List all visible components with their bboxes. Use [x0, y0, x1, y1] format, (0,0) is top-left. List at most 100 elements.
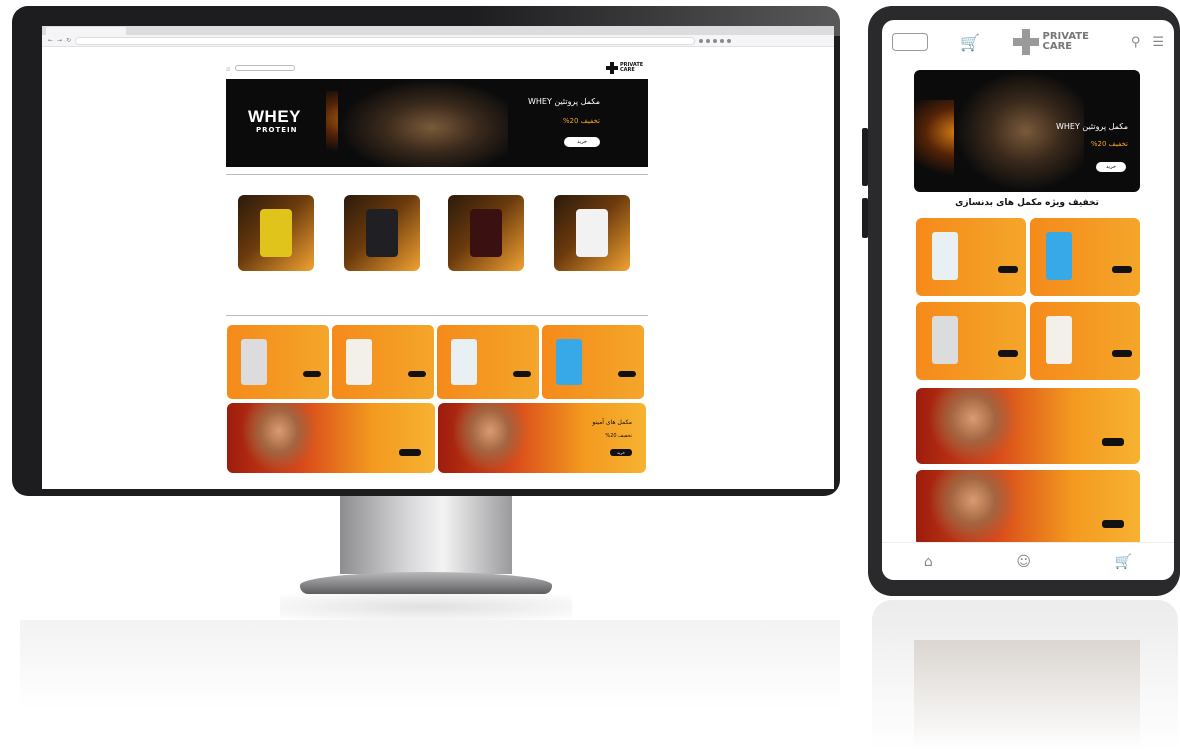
promo-buy-button[interactable]	[1112, 350, 1132, 357]
tablet-header: 🛒 PRIVATE CARE ⚲ ☰	[882, 20, 1174, 64]
tablet-reflection-image	[914, 640, 1140, 750]
search-icon[interactable]: ⚲	[1131, 35, 1141, 50]
section-divider	[226, 315, 648, 316]
monitor-reflection	[20, 620, 840, 710]
promo-jar	[932, 316, 958, 364]
promo-jar	[556, 339, 582, 385]
hero-buy-button[interactable]: خرید	[564, 137, 600, 147]
search-input[interactable]	[234, 65, 295, 71]
hero-discount: تخفیف 20%	[1090, 140, 1128, 148]
cart-icon[interactable]: 🛒	[226, 66, 231, 71]
promo-jar	[1046, 316, 1072, 364]
hero-buy-button[interactable]: خرید	[1096, 162, 1126, 172]
wide-promo-banner[interactable]	[227, 403, 435, 473]
site-logo[interactable]: PRIVATE CARE	[1012, 29, 1099, 55]
promo-card[interactable]	[1030, 302, 1140, 380]
product-jar	[260, 209, 292, 257]
banner-discount: تخفیف 20%	[605, 433, 632, 439]
banner-athlete-image	[928, 388, 1018, 464]
product-card[interactable]	[344, 195, 420, 276]
logo-text: PRIVATE CARE	[1042, 31, 1089, 52]
desktop-site: 🛒 PRIVATE CARE WHEY PROTEIN مکمل پروتئین…	[42, 47, 834, 489]
hero-banner[interactable]: WHEY PROTEIN مکمل پروتئین WHEY تخفیف 20%…	[226, 79, 648, 167]
extensions-area	[699, 38, 732, 43]
section-title: تخفیف ویژه مکمل های بدنسازی	[955, 198, 1099, 208]
banner-athlete-image	[452, 403, 528, 473]
hero-brand: WHEY	[248, 107, 301, 126]
promo-buy-button[interactable]	[618, 371, 636, 377]
forward-icon[interactable]: →	[57, 37, 62, 44]
menu-icon[interactable]: ☰	[1152, 35, 1164, 50]
promo-jar	[1046, 232, 1072, 280]
promo-buy-button[interactable]	[1112, 266, 1132, 273]
promo-jar	[346, 339, 372, 385]
product-card[interactable]	[554, 195, 630, 276]
promo-buy-button[interactable]	[998, 350, 1018, 357]
section-divider	[226, 174, 648, 175]
banner-buy-button[interactable]	[1102, 520, 1124, 528]
hero-banner[interactable]: مکمل پروتئین WHEY تخفیف 20% خرید	[914, 70, 1140, 192]
extension-icon[interactable]	[713, 38, 718, 43]
back-icon[interactable]: ←	[48, 37, 53, 44]
extension-icon[interactable]	[706, 38, 711, 43]
product-image	[344, 195, 420, 271]
logo-text: PRIVATE CARE	[619, 62, 644, 73]
monitor-stand-neck	[340, 496, 512, 574]
monitor-stand-base	[300, 572, 552, 594]
banner-athlete-image	[928, 470, 1018, 546]
product-jar	[576, 209, 608, 257]
home-icon[interactable]: ⌂	[924, 554, 933, 570]
logo-cross-icon	[605, 62, 618, 74]
browser-tab-strip	[42, 26, 834, 35]
promo-card[interactable]	[227, 325, 329, 399]
promo-card[interactable]	[542, 325, 644, 399]
extension-icon[interactable]	[727, 38, 732, 43]
promo-jar	[241, 339, 267, 385]
hero-athlete-image	[954, 70, 1084, 192]
hero-title: مکمل پروتئین WHEY	[528, 97, 600, 106]
site-header: 🛒 PRIVATE CARE	[226, 61, 646, 75]
banner-buy-button[interactable]	[399, 449, 421, 456]
hero-discount: تخفیف 20%	[562, 117, 600, 125]
product-card[interactable]	[448, 195, 524, 276]
extension-icon[interactable]	[699, 38, 704, 43]
promo-jar	[451, 339, 477, 385]
product-card[interactable]	[238, 195, 314, 276]
stand-shadow	[280, 594, 572, 620]
mockup-stage: ← → ↻ 🛒 PRIVATE CARE WHEY PROTEIN مکمل پ…	[0, 0, 1180, 755]
promo-jar	[932, 232, 958, 280]
header-left-group: 🛒	[226, 65, 295, 71]
promo-buy-button[interactable]	[408, 371, 426, 377]
cart-icon[interactable]: 🛒	[960, 33, 980, 52]
user-icon[interactable]: ☺	[1016, 554, 1031, 570]
promo-card[interactable]	[437, 325, 539, 399]
wide-promo-banner[interactable]	[916, 388, 1140, 464]
cart-icon[interactable]: 🛒	[1115, 554, 1132, 570]
promo-card[interactable]	[916, 302, 1026, 380]
reload-icon[interactable]: ↻	[66, 37, 71, 44]
promo-buy-button[interactable]	[513, 371, 531, 377]
banner-buy-button[interactable]	[1102, 438, 1124, 446]
hero-athlete-image	[338, 79, 508, 167]
product-jar	[470, 209, 502, 257]
login-button[interactable]	[892, 33, 928, 51]
wide-promo-banner[interactable]: مکمل های آمینو تخفیف 20% خرید	[438, 403, 646, 473]
extension-icon[interactable]	[720, 38, 725, 43]
promo-card[interactable]	[916, 218, 1026, 296]
banner-athlete-image	[241, 403, 317, 473]
wide-promo-banner[interactable]	[916, 470, 1140, 546]
hero-title: مکمل پروتئین WHEY	[1056, 122, 1128, 131]
address-bar[interactable]	[75, 36, 696, 45]
browser-toolbar: ← → ↻	[42, 35, 834, 47]
hero-brand-sub: PROTEIN	[256, 126, 298, 134]
promo-card[interactable]	[1030, 218, 1140, 296]
promo-card[interactable]	[332, 325, 434, 399]
bottom-nav: ⌂ ☺ 🛒	[882, 542, 1174, 580]
site-logo[interactable]: PRIVATE CARE	[605, 62, 646, 74]
banner-buy-button[interactable]: خرید	[610, 449, 632, 456]
product-image	[554, 195, 630, 271]
browser-tab[interactable]	[46, 26, 126, 35]
desktop-screen: ← → ↻ 🛒 PRIVATE CARE WHEY PROTEIN مکمل پ…	[42, 26, 834, 489]
promo-buy-button[interactable]	[998, 266, 1018, 273]
promo-buy-button[interactable]	[303, 371, 321, 377]
